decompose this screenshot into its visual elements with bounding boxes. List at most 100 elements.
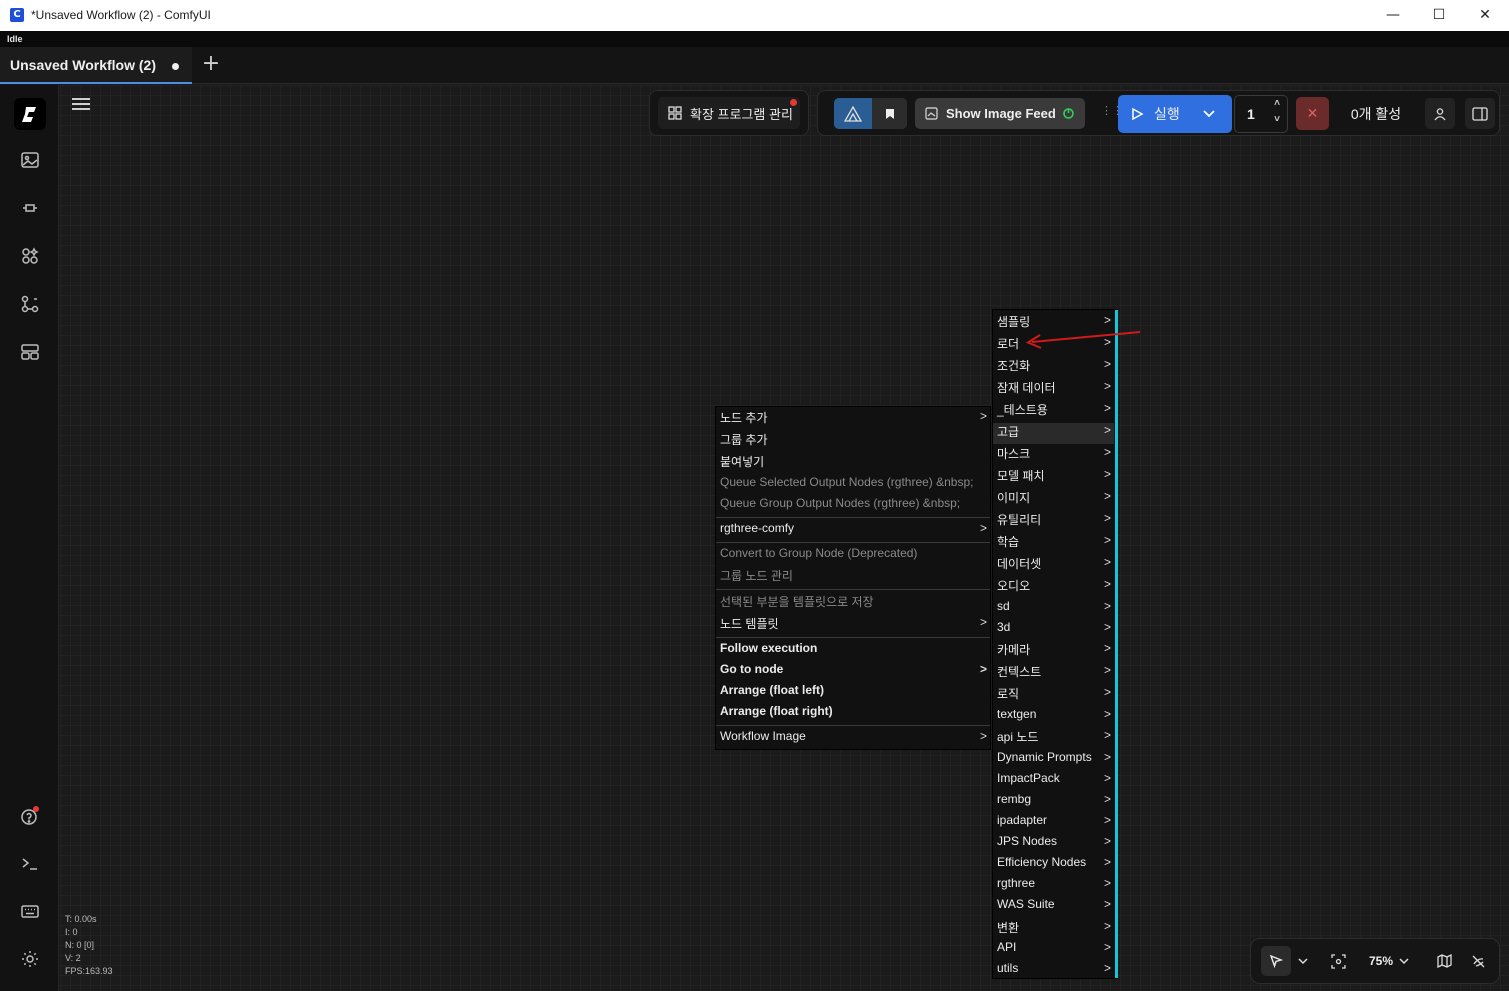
submenu-arrow-icon: > <box>1103 467 1111 481</box>
submenu-item-label: 컨텍스트 <box>997 665 1042 679</box>
submenu-item[interactable]: Dynamic Prompts > <box>993 750 1114 771</box>
menu-hamburger-icon[interactable] <box>72 98 90 112</box>
submenu-arrow-icon: > <box>1103 423 1111 437</box>
link-visibility-button[interactable] <box>1465 946 1491 976</box>
tool-dropdown-icon[interactable] <box>1295 946 1311 976</box>
menu-follow-execution[interactable]: Follow execution <box>716 641 990 662</box>
submenu-item[interactable]: 오디오 > <box>993 577 1114 598</box>
show-image-feed-button[interactable]: Show Image Feed <box>915 98 1085 129</box>
model-icon[interactable] <box>15 193 45 223</box>
submenu-item[interactable]: 카메라 > <box>993 641 1114 662</box>
submenu-item[interactable]: _테스트용 > <box>993 401 1114 422</box>
decrement-icon[interactable]: ˅ <box>1274 114 1280 125</box>
close-button[interactable]: ✕ <box>1462 0 1508 31</box>
submenu-item[interactable]: WAS Suite > <box>993 897 1114 918</box>
settings-icon[interactable] <box>15 944 45 974</box>
crystools-button[interactable] <box>834 98 907 129</box>
workflow-tab-label: Unsaved Workflow (2) <box>10 57 156 73</box>
comfy-logo-icon[interactable] <box>14 98 46 130</box>
keyboard-icon[interactable] <box>15 896 45 926</box>
maximize-button[interactable]: ☐ <box>1416 0 1462 31</box>
menu-separator <box>716 725 990 726</box>
images-icon[interactable] <box>15 145 45 175</box>
submenu-item-label: 고급 <box>997 425 1020 439</box>
submenu-item[interactable]: JPS Nodes > <box>993 834 1114 855</box>
menu-add-node[interactable]: 노드 추가 > <box>716 409 990 430</box>
terminal-icon[interactable] <box>15 849 45 879</box>
drag-handle-icon[interactable]: ⋮⋮ <box>1101 105 1123 121</box>
active-queue-button[interactable]: 0개 활성 <box>1337 97 1415 130</box>
templates-icon[interactable] <box>15 337 45 367</box>
submenu-arrow-icon: > <box>1103 855 1111 869</box>
fit-view-button[interactable] <box>1325 946 1351 976</box>
menu-node-templates[interactable]: 노드 템플릿 > <box>716 615 990 636</box>
submenu-item[interactable]: Efficiency Nodes > <box>993 855 1114 876</box>
menu-workflow-image[interactable]: Workflow Image > <box>716 729 990 750</box>
submenu-item[interactable]: 로직 > <box>993 685 1114 706</box>
submenu-item[interactable]: rembg > <box>993 792 1114 813</box>
submenu-item[interactable]: sd > <box>993 599 1114 620</box>
submenu-item[interactable]: 마스크 > <box>993 445 1114 466</box>
submenu-item[interactable]: 조건화 > <box>993 357 1114 378</box>
submenu-item[interactable]: 유틸리티 > <box>993 511 1114 532</box>
workflow-tab[interactable]: Unsaved Workflow (2) <box>0 47 192 84</box>
submenu-item[interactable]: rgthree > <box>993 876 1114 897</box>
workflow-tabbar: Unsaved Workflow (2) + <box>0 47 1509 84</box>
bookmark-icon[interactable] <box>872 98 907 129</box>
submenu-item[interactable]: 잠재 데이터 > <box>993 379 1114 400</box>
stat-fps: FPS:163.93 <box>65 966 113 976</box>
submenu-arrow-icon: > <box>1103 685 1111 699</box>
submenu-item[interactable]: 모델 패치 > <box>993 467 1114 488</box>
chevron-down-icon[interactable] <box>1202 107 1216 121</box>
extensions-group: 확장 프로그램 관리 <box>649 90 809 136</box>
submenu-item-label: API <box>997 940 1017 954</box>
workflows-icon[interactable] <box>15 289 45 319</box>
extensions-label: 확장 프로그램 관리 <box>690 106 793 122</box>
new-tab-button[interactable]: + <box>200 53 222 75</box>
minimap-button[interactable] <box>1431 946 1457 976</box>
submenu-arrow-icon: > <box>1103 577 1111 591</box>
user-button[interactable] <box>1425 98 1455 129</box>
x-icon: ✕ <box>1306 105 1319 121</box>
menu-paste[interactable]: 붙여넣기 <box>716 453 990 474</box>
stat-nodes: N: 0 [0] <box>65 940 95 950</box>
submenu-item-label: Efficiency Nodes <box>997 855 1087 869</box>
menu-queue-group: Queue Group Output Nodes (rgthree) &nbsp… <box>720 496 961 510</box>
submenu-item[interactable]: utils > <box>993 961 1114 982</box>
menu-separator <box>716 589 990 590</box>
submenu-item[interactable]: textgen > <box>993 707 1114 728</box>
submenu-item[interactable]: 변환 > <box>993 919 1114 940</box>
menu-arrange-right[interactable]: Arrange (float right) <box>716 704 990 725</box>
submenu-item-label: Dynamic Prompts <box>997 750 1092 764</box>
minimize-button[interactable]: — <box>1370 0 1416 31</box>
select-tool-button[interactable] <box>1261 946 1291 976</box>
submenu-item[interactable]: 컨텍스트 > <box>993 663 1114 684</box>
menu-arrange-left[interactable]: Arrange (float left) <box>716 683 990 704</box>
zoom-dropdown[interactable]: 75% <box>1361 946 1417 976</box>
submenu-item[interactable]: 이미지 > <box>993 489 1114 510</box>
submenu-item[interactable]: 3d > <box>993 620 1114 641</box>
unsaved-dot-icon <box>172 63 179 70</box>
submenu-item[interactable]: api 노드 > <box>993 728 1114 749</box>
run-button[interactable]: 실행 <box>1118 95 1232 133</box>
submenu-item[interactable]: 학습 > <box>993 533 1114 554</box>
increment-icon[interactable]: ˄ <box>1274 98 1280 109</box>
crystools-icon <box>834 98 872 129</box>
submenu-item[interactable]: ImpactPack > <box>993 771 1114 792</box>
submenu-arrow-icon: > <box>1103 919 1111 933</box>
menu-rgthree-comfy[interactable]: rgthree-comfy > <box>716 521 990 542</box>
menu-add-group[interactable]: 그룹 추가 <box>716 431 990 452</box>
nodes-icon[interactable] <box>15 241 45 271</box>
submenu-item[interactable]: ipadapter > <box>993 813 1114 834</box>
menu-go-to-node[interactable]: Go to node > <box>716 662 990 683</box>
submenu-item-label: 로직 <box>997 687 1020 701</box>
submenu-item[interactable]: 데이터셋 > <box>993 555 1114 576</box>
extensions-manager-button[interactable]: 확장 프로그램 관리 <box>658 97 800 129</box>
submenu-item[interactable]: 고급 > <box>993 423 1114 444</box>
batch-count-input[interactable]: 1 ˄ ˅ <box>1234 95 1288 133</box>
submenu-item-label: 모델 패치 <box>997 469 1045 483</box>
cancel-run-button[interactable]: ✕ <box>1296 97 1329 130</box>
submenu-item[interactable]: API > <box>993 940 1114 961</box>
help-icon[interactable] <box>15 801 45 831</box>
toggle-panel-button[interactable] <box>1465 98 1495 129</box>
